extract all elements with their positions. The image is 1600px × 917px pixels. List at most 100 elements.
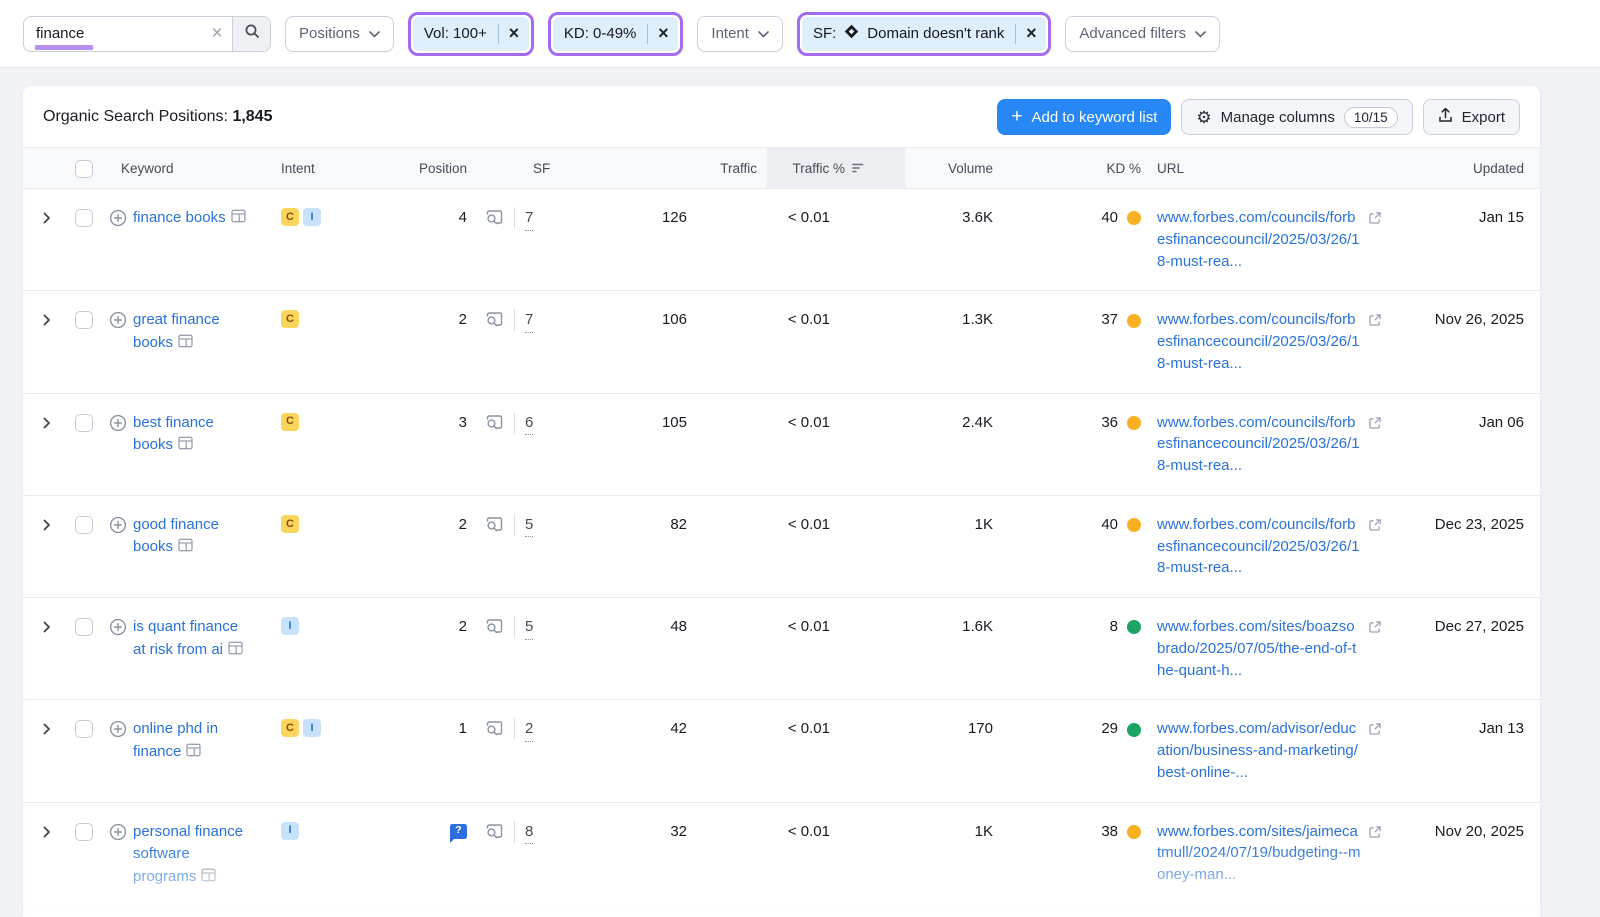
url-link[interactable]: www.forbes.com/councils/forbesfinancecou… [1157, 207, 1361, 272]
sf-count-link[interactable]: 5 [525, 616, 533, 640]
row-checkbox[interactable] [75, 311, 93, 329]
volume-filter-chip[interactable]: Vol: 100+ × [413, 17, 529, 51]
url-link[interactable]: www.forbes.com/sites/jaimecatmull/2024/0… [1157, 821, 1361, 886]
expand-chevron-icon[interactable] [41, 826, 52, 838]
plus-icon: + [1011, 107, 1022, 126]
serp-preview-icon[interactable] [485, 311, 504, 336]
add-keyword-icon[interactable] [109, 209, 127, 235]
intent-badges: I [265, 822, 355, 840]
serp-features-icon[interactable] [178, 333, 193, 356]
header-position[interactable]: Position [355, 148, 475, 188]
url-link[interactable]: www.forbes.com/councils/forbesfinancecou… [1157, 309, 1361, 374]
row-checkbox[interactable] [75, 823, 93, 841]
volume-value: 1K [905, 514, 1005, 537]
row-checkbox[interactable] [75, 209, 93, 227]
keyword-link[interactable]: is quant finance at risk from ai [133, 618, 238, 658]
serp-preview-icon[interactable] [485, 618, 504, 643]
external-link-icon[interactable] [1368, 824, 1382, 847]
serp-preview-icon[interactable] [485, 516, 504, 541]
external-link-icon[interactable] [1368, 619, 1382, 642]
intent-badge-C: C [281, 413, 299, 431]
expand-chevron-icon[interactable] [41, 314, 52, 326]
manage-columns-button[interactable]: ⚙ Manage columns 10/15 [1181, 99, 1412, 135]
add-to-keyword-list-button[interactable]: + Add to keyword list [997, 99, 1171, 135]
sf-count-link[interactable]: 2 [525, 718, 533, 742]
sf-count-link[interactable]: 5 [525, 514, 533, 538]
serp-feature-diamond-icon [844, 24, 859, 43]
export-button[interactable]: Export [1423, 99, 1520, 135]
add-keyword-icon[interactable] [109, 414, 127, 458]
volume-filter-close-icon[interactable]: × [499, 23, 529, 44]
serp-features-icon[interactable] [201, 867, 216, 890]
sf-count-link[interactable]: 8 [525, 821, 533, 845]
add-keyword-icon[interactable] [109, 516, 127, 560]
position-value: 4 [459, 207, 467, 230]
row-checkbox[interactable] [75, 618, 93, 636]
external-link-icon[interactable] [1368, 721, 1382, 744]
expand-chevron-icon[interactable] [41, 723, 52, 735]
header-intent[interactable]: Intent [265, 148, 355, 188]
add-keyword-icon[interactable] [109, 720, 127, 764]
serp-preview-icon[interactable] [485, 209, 504, 234]
header-traffic[interactable]: Traffic [567, 148, 767, 188]
header-updated[interactable]: Updated [1409, 148, 1540, 188]
sf-divider [514, 514, 515, 536]
keyword-link[interactable]: great finance books [133, 311, 220, 351]
serp-features-icon[interactable] [186, 742, 201, 765]
page-title-label: Organic Search Positions: [43, 108, 228, 125]
add-keyword-icon[interactable] [109, 823, 127, 890]
url-link[interactable]: www.forbes.com/advisor/education/busines… [1157, 718, 1361, 783]
keyword-link[interactable]: best finance books [133, 414, 214, 454]
add-keyword-icon[interactable] [109, 311, 127, 355]
url-link[interactable]: www.forbes.com/councils/forbesfinancecou… [1157, 412, 1361, 477]
search-clear-icon[interactable]: × [202, 17, 232, 51]
header-traffic-pct[interactable]: Traffic % [767, 148, 905, 188]
external-link-icon[interactable] [1368, 312, 1382, 335]
keyword-link[interactable]: finance books [133, 209, 226, 226]
search-button[interactable] [232, 17, 270, 51]
header-keyword[interactable]: Keyword [109, 148, 265, 188]
serp-preview-icon[interactable] [485, 720, 504, 745]
kd-filter-chip[interactable]: KD: 0-49% × [553, 17, 679, 51]
expand-chevron-icon[interactable] [41, 621, 52, 633]
expand-chevron-icon[interactable] [41, 417, 52, 429]
serp-preview-icon[interactable] [485, 414, 504, 439]
serp-features-icon[interactable] [178, 435, 193, 458]
serp-features-icon[interactable] [178, 537, 193, 560]
kd-filter-close-icon[interactable]: × [648, 23, 678, 44]
serp-features-icon[interactable] [231, 208, 246, 231]
intent-dropdown[interactable]: Intent [697, 16, 783, 52]
row-checkbox[interactable] [75, 720, 93, 738]
sf-filter-chip[interactable]: SF: Domain doesn't rank × [802, 17, 1046, 51]
external-link-icon[interactable] [1368, 415, 1382, 438]
table-body: finance books CI 4 7 126 < 0.01 3.6K 40 … [23, 189, 1540, 917]
expand-chevron-icon[interactable] [41, 212, 52, 224]
select-all-checkbox[interactable] [75, 160, 93, 178]
sf-count-link[interactable]: 6 [525, 412, 533, 436]
row-checkbox[interactable] [75, 414, 93, 432]
expand-chevron-icon[interactable] [41, 519, 52, 531]
external-link-icon[interactable] [1368, 210, 1382, 233]
keyword-link[interactable]: good finance books [133, 516, 219, 556]
traffic-pct-value: < 0.01 [767, 309, 905, 332]
sf-count-link[interactable]: 7 [525, 207, 533, 231]
positions-dropdown[interactable]: Positions [285, 16, 394, 52]
positions-dropdown-label: Positions [299, 25, 360, 42]
advanced-filters-dropdown[interactable]: Advanced filters [1065, 16, 1220, 52]
serp-features-icon[interactable] [228, 640, 243, 663]
header-sf[interactable]: SF [475, 148, 567, 188]
sf-count-link[interactable]: 7 [525, 309, 533, 333]
sf-filter-close-icon[interactable]: × [1016, 23, 1046, 44]
url-link[interactable]: www.forbes.com/councils/forbesfinancecou… [1157, 514, 1361, 579]
url-link[interactable]: www.forbes.com/sites/boazsobrado/2025/07… [1157, 616, 1361, 681]
header-volume[interactable]: Volume [905, 148, 1005, 188]
keyword-link[interactable]: personal finance software programs [133, 823, 243, 885]
header-url[interactable]: URL [1157, 148, 1409, 188]
external-link-icon[interactable] [1368, 517, 1382, 540]
row-checkbox[interactable] [75, 516, 93, 534]
keyword-link[interactable]: online phd in finance [133, 720, 218, 760]
serp-preview-icon[interactable] [485, 823, 504, 848]
kd-value: 40 [1101, 514, 1118, 537]
add-keyword-icon[interactable] [109, 618, 127, 662]
header-kd[interactable]: KD % [1005, 148, 1157, 188]
